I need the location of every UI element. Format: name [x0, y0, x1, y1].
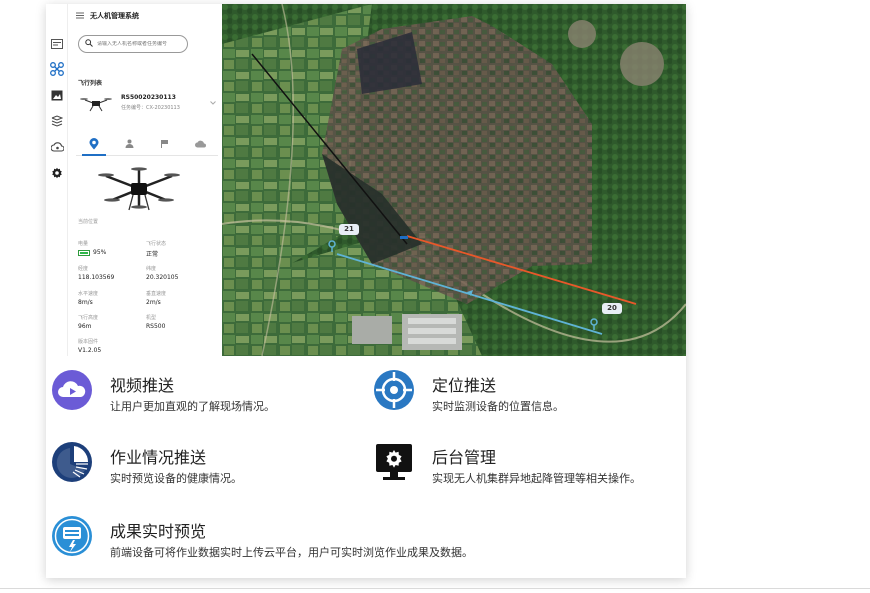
- latitude-cell: 纬度 20.320105: [146, 265, 212, 281]
- model-cell: 机型 RS500: [146, 314, 212, 330]
- battery-label: 电量: [78, 241, 89, 247]
- person-icon: [125, 139, 134, 150]
- image-icon[interactable]: [50, 88, 64, 102]
- feature-title: 视频推送: [110, 376, 175, 395]
- search-icon: [85, 39, 93, 49]
- feature-title: 后台管理: [432, 448, 497, 467]
- model-value: RS500: [146, 323, 166, 330]
- crosshair-icon: [374, 370, 414, 410]
- icon-rail: [46, 4, 68, 356]
- feature-desc: 实现无人机集群异地起降管理等相关操作。: [432, 472, 641, 485]
- feature-desc: 实时监测设备的位置信息。: [432, 400, 564, 413]
- satellite-map[interactable]: 21 20: [222, 4, 686, 356]
- drone-thumb-icon: [80, 98, 112, 112]
- bottom-divider: [0, 588, 870, 589]
- flight-list-title: 飞行列表: [78, 80, 103, 87]
- feature-desc: 实时预览设备的健康情况。: [110, 472, 242, 485]
- drone-image: [98, 167, 180, 211]
- feature-video-push: 视频推送 让用户更加直观的了解现场情况。: [50, 368, 350, 418]
- layers-icon[interactable]: [50, 114, 64, 128]
- feature-title: 成果实时预览: [110, 522, 207, 541]
- latitude-label: 纬度: [146, 266, 157, 272]
- status-value: 正常: [146, 251, 159, 258]
- gear-icon[interactable]: [50, 166, 64, 180]
- menu-icon[interactable]: [76, 12, 84, 21]
- detail-tabs: [76, 134, 218, 156]
- vspeed-label: 垂直速度: [146, 291, 167, 297]
- tab-cloud[interactable]: [183, 134, 219, 155]
- drone-id: RS50020230113: [121, 94, 176, 101]
- firmware-cell: 版本固件 V1.2.05: [78, 338, 144, 354]
- longitude-value: 118.103569: [78, 274, 115, 281]
- vspeed-value: 2m/s: [146, 299, 161, 306]
- app-title: 无人机管理系统: [90, 12, 139, 20]
- cloud-icon[interactable]: [50, 140, 64, 154]
- app-card: 无人机管理系统 飞行列表 RS50020230113 任务编号：CX-20230…: [46, 4, 686, 578]
- map-marker-label[interactable]: 20: [602, 303, 622, 314]
- dashboard-icon[interactable]: [50, 37, 64, 51]
- feature-title: 作业情况推送: [110, 448, 207, 467]
- tab-media[interactable]: [147, 134, 183, 155]
- location-pin-icon: [89, 137, 99, 152]
- flag-icon: [160, 139, 169, 150]
- hspeed-label: 水平速度: [78, 291, 99, 297]
- feature-results-preview: 成果实时预览 前端设备可将作业数据实时上传云平台，用户可实时浏览作业成果及数据。: [50, 514, 610, 564]
- map-marker-label[interactable]: 21: [339, 224, 359, 235]
- panel-header: 无人机管理系统: [76, 11, 139, 21]
- chevron-down-icon[interactable]: [210, 100, 216, 107]
- status-cell: 飞行状态 正常: [146, 240, 212, 258]
- flight-list-item[interactable]: RS50020230113 任务编号：CX-20230113: [78, 92, 216, 116]
- firmware-label: 版本固件: [78, 339, 99, 345]
- longitude-cell: 经度 118.103569: [78, 265, 144, 281]
- longitude-label: 经度: [78, 266, 89, 272]
- feature-title: 定位推送: [432, 376, 497, 395]
- altitude-cell: 飞行高度 96m: [78, 314, 144, 330]
- upload-device-icon: [52, 516, 92, 556]
- status-label: 飞行状态: [146, 241, 167, 247]
- tab-person[interactable]: [112, 134, 148, 155]
- altitude-label: 飞行高度: [78, 315, 99, 321]
- cloud-tab-icon: [194, 140, 206, 150]
- feature-backend-admin: 后台管理 实现无人机集群异地起降管理等相关操作。: [372, 440, 672, 490]
- battery-value: 95%: [93, 249, 107, 256]
- monitor-gear-icon: [376, 444, 412, 480]
- cloud-play-icon: [52, 370, 92, 410]
- battery-icon: [78, 249, 90, 256]
- search-input[interactable]: [97, 41, 187, 47]
- hspeed-cell: 水平速度 8m/s: [78, 290, 144, 306]
- sidebar-panel: 无人机管理系统 飞行列表 RS50020230113 任务编号：CX-20230…: [68, 4, 222, 356]
- battery-cell: 电量 95%: [78, 240, 144, 256]
- firmware-value: V1.2.05: [78, 347, 102, 354]
- features-section: 视频推送 让用户更加直观的了解现场情况。 定位推送 实时监测设备的位置信息。 作…: [46, 356, 686, 578]
- pie-chart-icon: [52, 442, 92, 482]
- task-number: 任务编号：CX-20230113: [121, 105, 180, 111]
- hspeed-value: 8m/s: [78, 299, 93, 306]
- drone-icon[interactable]: [50, 62, 64, 76]
- feature-location-push: 定位推送 实时监测设备的位置信息。: [372, 368, 672, 418]
- search-box[interactable]: [78, 35, 188, 53]
- model-label: 机型: [146, 315, 157, 321]
- location-label: 当前位置: [78, 219, 99, 225]
- latitude-value: 20.320105: [146, 274, 179, 281]
- tab-location[interactable]: [76, 134, 112, 156]
- feature-operation-push: 作业情况推送 实时预览设备的健康情况。: [50, 440, 350, 490]
- feature-desc: 前端设备可将作业数据实时上传云平台，用户可实时浏览作业成果及数据。: [110, 546, 473, 559]
- altitude-value: 96m: [78, 323, 92, 330]
- feature-desc: 让用户更加直观的了解现场情况。: [110, 400, 275, 413]
- vspeed-cell: 垂直速度 2m/s: [146, 290, 212, 306]
